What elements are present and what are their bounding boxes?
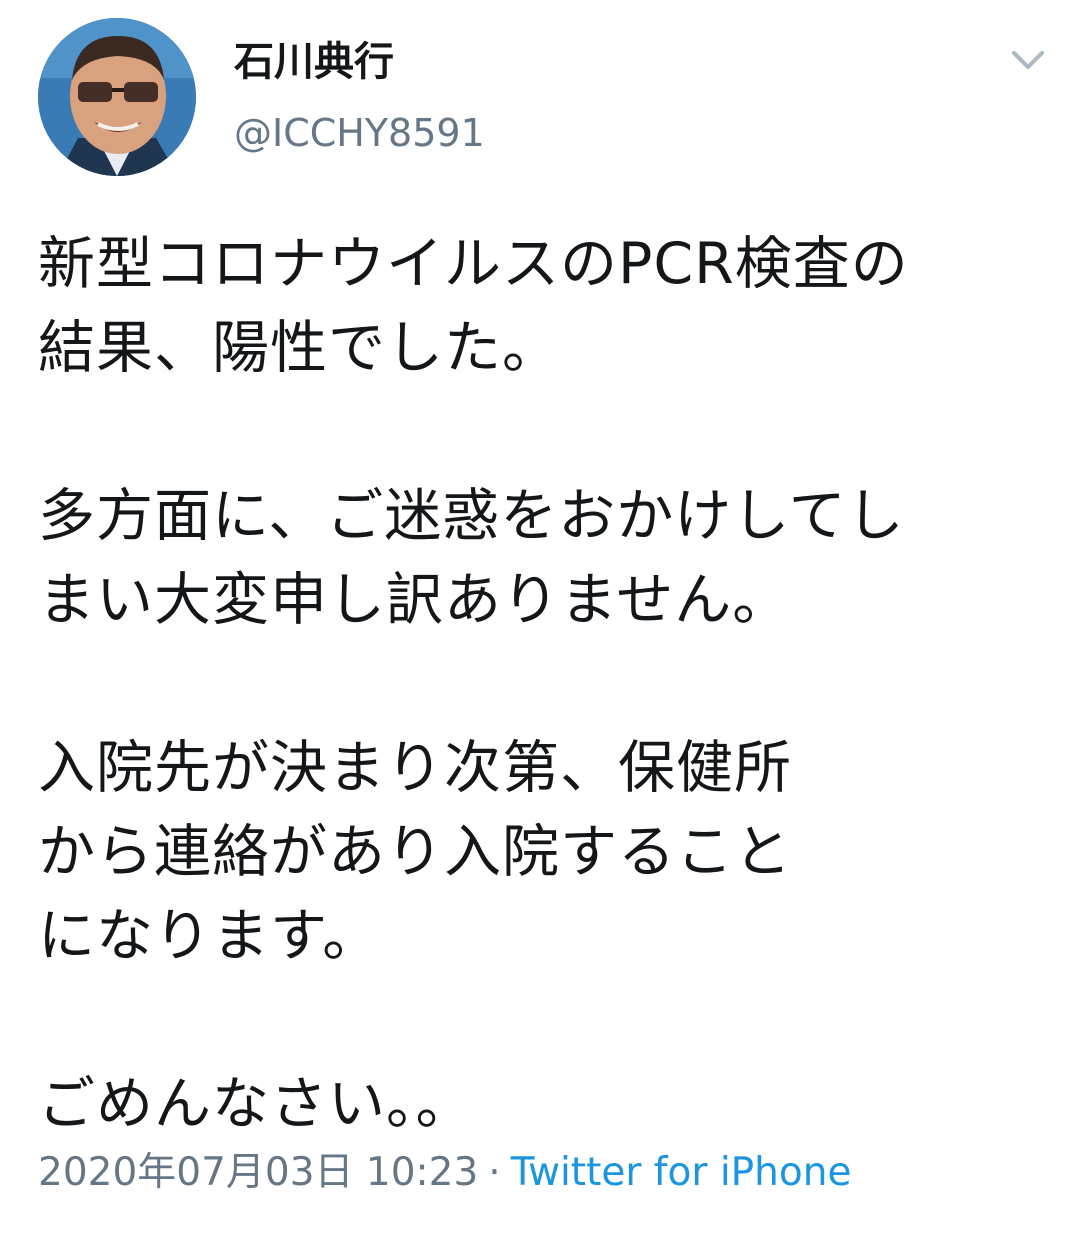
- chevron-down-icon: [1012, 51, 1044, 69]
- more-options-button[interactable]: [1008, 40, 1048, 80]
- author-handle[interactable]: @ICCHY8591: [234, 110, 485, 156]
- user-avatar-photo: [38, 18, 196, 176]
- meta-separator: ·: [488, 1150, 501, 1195]
- author-display-name[interactable]: 石川典行: [234, 38, 394, 86]
- tweet-text: 新型コロナウイルスのPCR検査の 結果、陽性でした。 多方面に、ご迷惑をおかけし…: [38, 231, 909, 1137]
- tweet-meta: 2020年07月03日 10:23 · Twitter for iPhone: [38, 1148, 851, 1198]
- tweet: 石川典行 @ICCHY8591 新型コロナウイルスのPCR検査の 結果、陽性でし…: [0, 0, 1080, 1234]
- tweet-source-link[interactable]: Twitter for iPhone: [511, 1150, 852, 1195]
- tweet-header: 石川典行 @ICCHY8591: [38, 18, 1058, 178]
- avatar[interactable]: [38, 18, 196, 176]
- tweet-timestamp[interactable]: 2020年07月03日 10:23: [38, 1150, 478, 1195]
